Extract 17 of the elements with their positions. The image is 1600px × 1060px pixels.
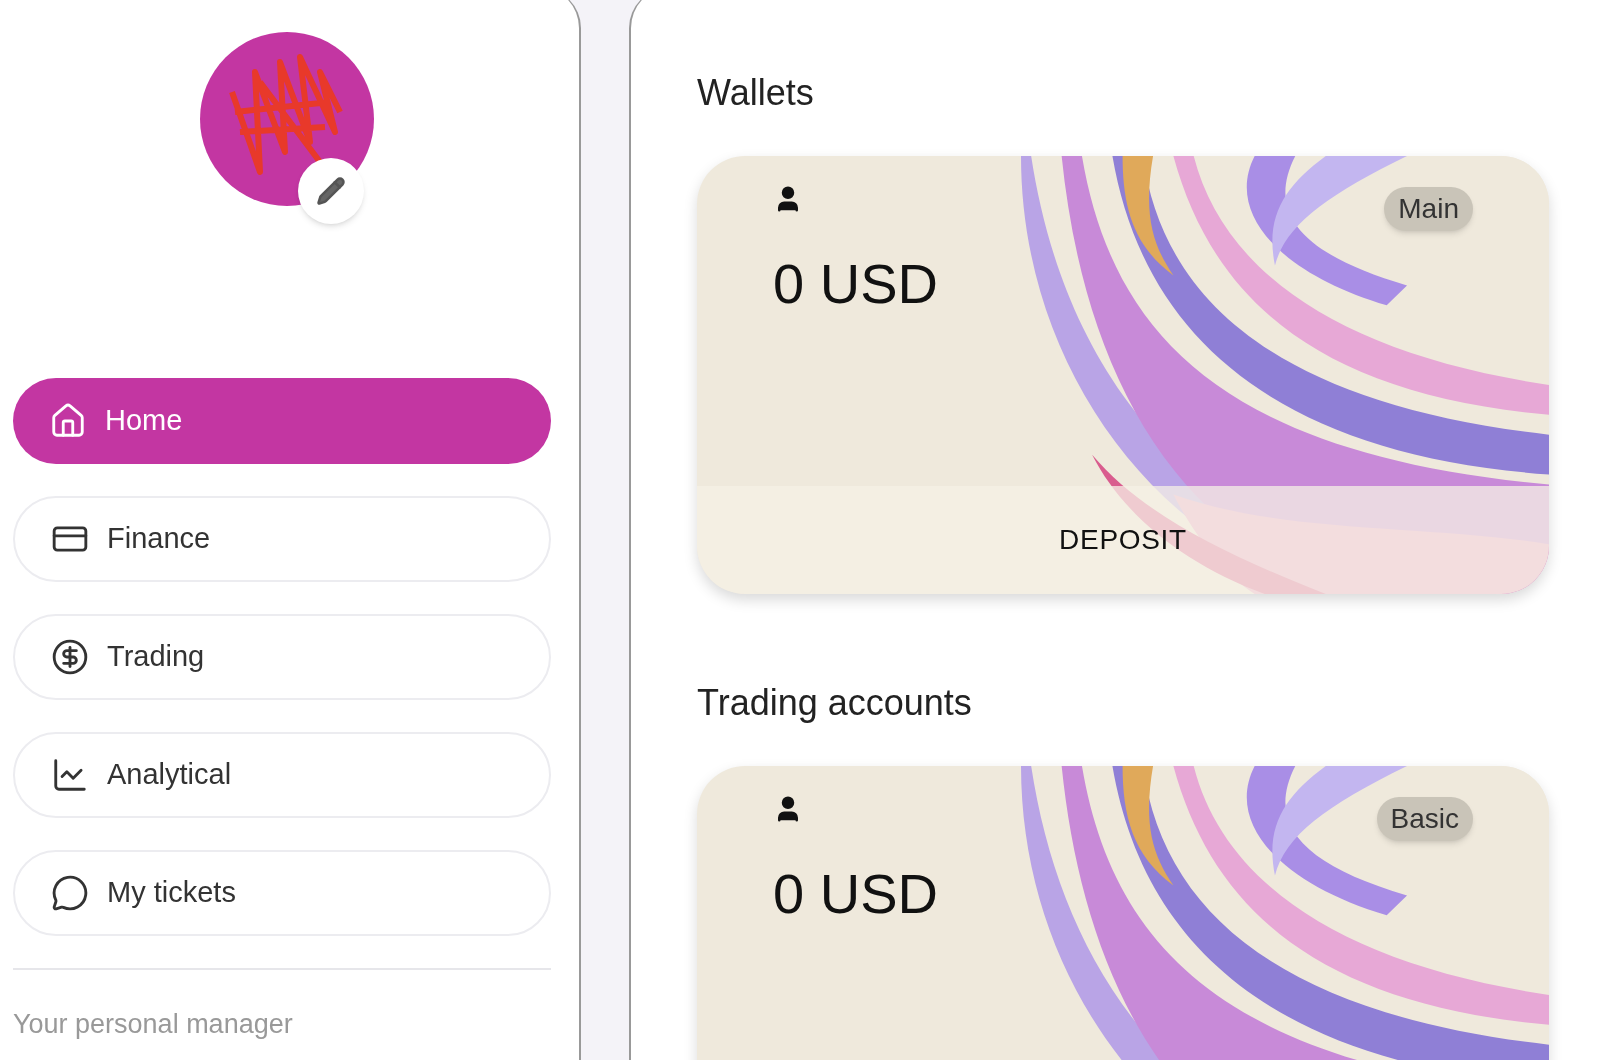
nav-item[interactable]: My tickets <box>13 850 551 936</box>
nav-item[interactable]: Home <box>13 378 551 464</box>
speech-bubble-icon <box>51 874 89 912</box>
personal-manager-label: Your personal manager <box>13 1008 294 1041</box>
account-type-tag: Main <box>1384 187 1473 231</box>
home-icon <box>49 402 87 440</box>
section-title: Trading accounts <box>697 681 973 725</box>
nav-item[interactable]: Trading <box>13 614 551 700</box>
nav-item[interactable]: Analytical <box>13 732 551 818</box>
dollar-icon <box>51 638 89 676</box>
deposit-button[interactable]: DEPOSIT <box>697 486 1549 594</box>
balance-amount: 0 USD <box>773 256 938 312</box>
pencil-icon <box>315 176 346 206</box>
balance-amount: 0 USD <box>773 866 938 922</box>
section-title: Wallets <box>697 71 815 115</box>
nav-item[interactable]: Finance <box>13 496 551 582</box>
chart-icon <box>51 756 89 794</box>
